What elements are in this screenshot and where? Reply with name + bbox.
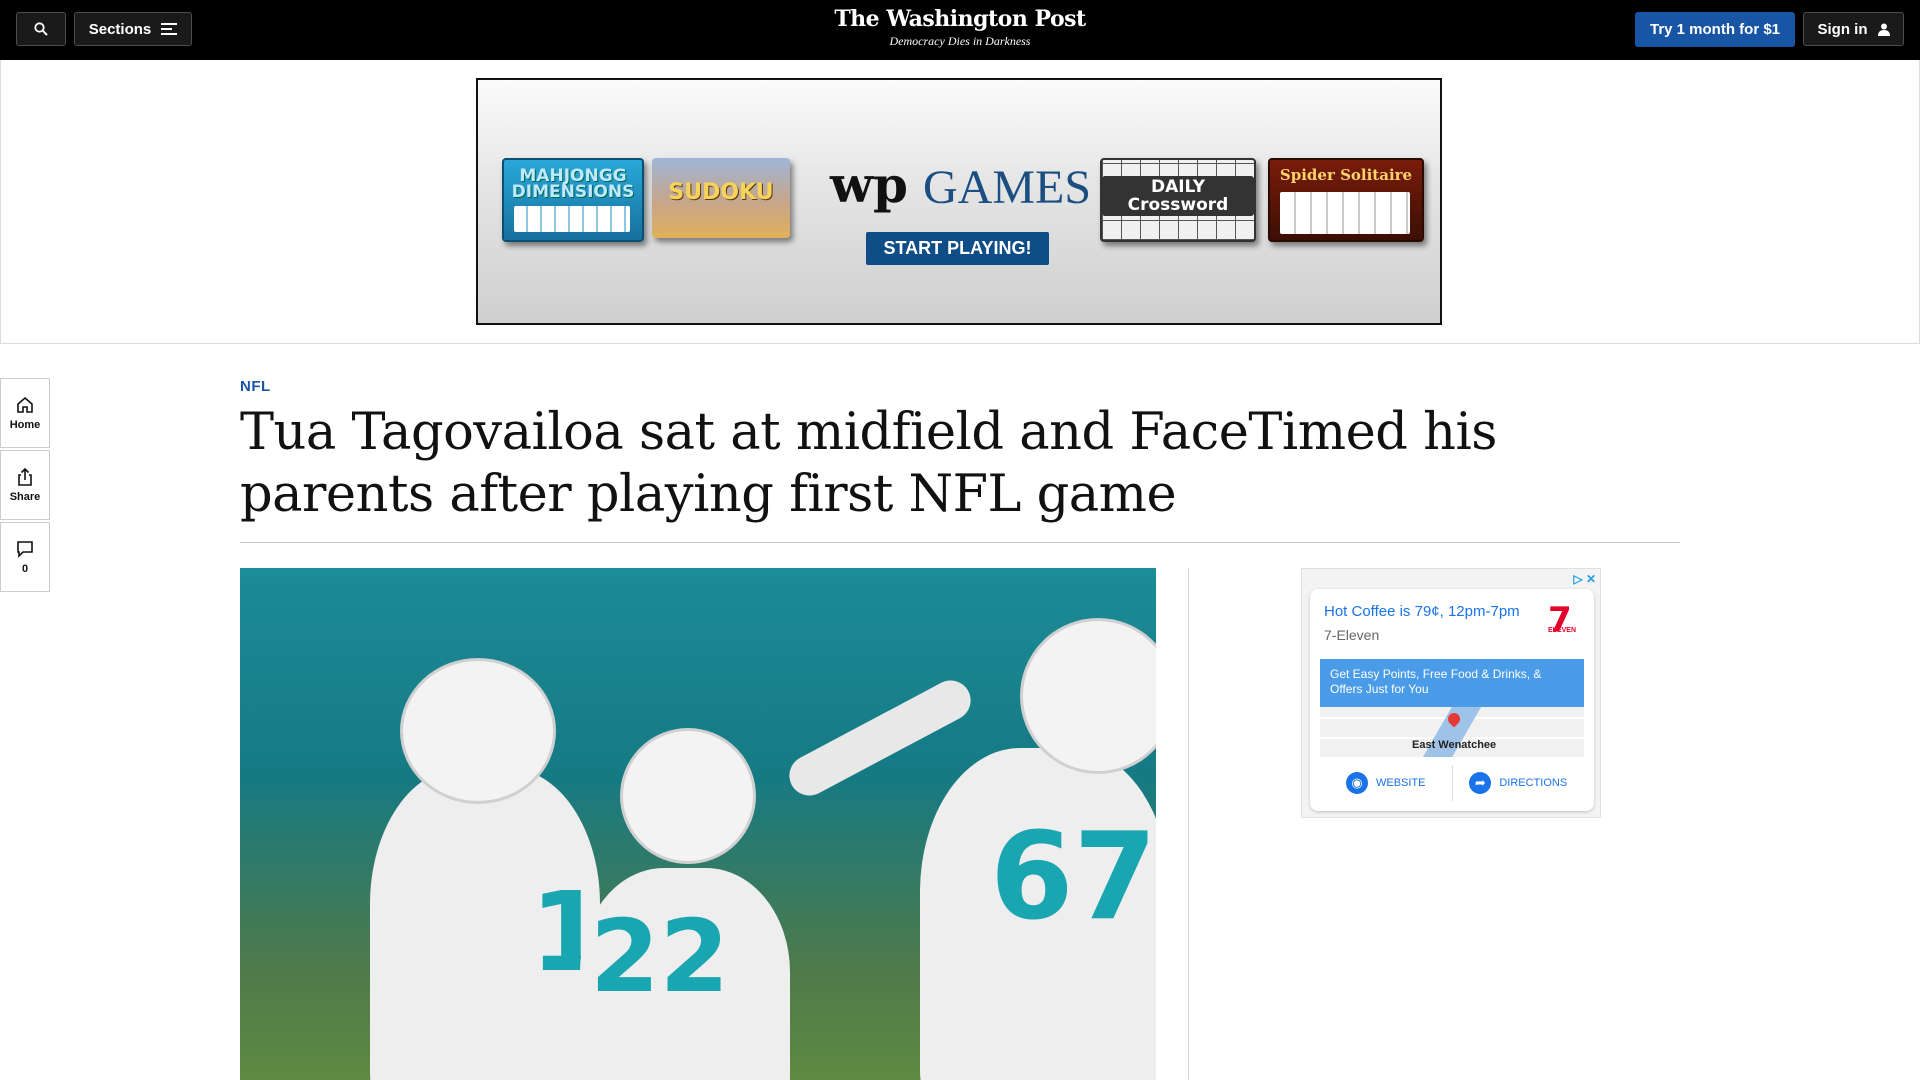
rail-comments-button[interactable]: 0 — [0, 522, 50, 592]
spider-solitaire-title: Spider Solitaire — [1279, 166, 1413, 184]
seven-eleven-logo: 7 ELEVEN — [1548, 603, 1580, 641]
seven-eleven-word: ELEVEN — [1548, 627, 1577, 634]
rail-home-button[interactable]: Home — [0, 378, 50, 448]
wp-logo: wp — [830, 155, 909, 214]
masthead[interactable]: The Washington Post Democracy Dies in Da… — [760, 6, 1160, 49]
lead-photo[interactable]: 1 22 67 — [240, 568, 1156, 1080]
site-logo[interactable]: The Washington Post — [760, 6, 1160, 32]
rail-home-label: Home — [9, 419, 41, 431]
spider-solitaire-tile[interactable]: Spider Solitaire — [1268, 158, 1424, 242]
directions-icon: ➦ — [1469, 772, 1492, 794]
adchoices-icon[interactable]: ▷ ✕ — [1573, 572, 1596, 586]
cards-graphic — [1280, 192, 1410, 234]
crossword-tile[interactable]: DAILY Crossword — [1100, 158, 1256, 242]
top-ad-zone: MAHJONGG DIMENSIONS SUDOKU wp GAMES STAR… — [0, 60, 1920, 344]
raised-arm — [782, 673, 978, 803]
signin-button[interactable]: Sign in — [1803, 12, 1904, 46]
user-icon — [1877, 23, 1890, 36]
ad-offer-banner[interactable]: Get Easy Points, Free Food & Drinks, & O… — [1320, 659, 1584, 707]
ad-directions-button[interactable]: ➦ DIRECTIONS — [1451, 765, 1585, 801]
search-icon — [34, 22, 48, 36]
rail-share-button[interactable]: Share — [0, 450, 50, 520]
games-wordmark: GAMES — [923, 161, 1092, 214]
headline-divider — [240, 542, 1680, 543]
article-headline: Tua Tagovailoa sat at midfield and FaceT… — [240, 403, 1497, 524]
sections-label: Sections — [88, 20, 152, 38]
subscribe-button[interactable]: Try 1 month for $1 — [1635, 12, 1795, 47]
ad-map[interactable]: East Wenatchee — [1320, 707, 1584, 757]
helmet-left — [400, 658, 556, 804]
jersey-number-67: 67 — [990, 808, 1156, 947]
map-pin-icon — [1445, 710, 1463, 728]
ad-directions-label: DIRECTIONS — [1499, 777, 1568, 789]
top-nav: Sections The Washington Post Democracy D… — [0, 0, 1920, 60]
sudoku-title: SUDOKU — [668, 180, 774, 205]
menu-icon — [161, 23, 178, 35]
article-kicker[interactable]: NFL — [240, 378, 271, 395]
mahjongg-title: MAHJONGG DIMENSIONS — [511, 166, 635, 202]
start-playing-button[interactable]: START PLAYING! — [866, 232, 1049, 265]
search-button[interactable] — [16, 12, 66, 46]
comment-icon — [17, 541, 33, 558]
map-place-label: East Wenatchee — [1412, 739, 1497, 751]
rail-share-label: Share — [9, 491, 41, 503]
seven-eleven-mark: 7 — [1548, 600, 1572, 640]
sections-button[interactable]: Sections — [74, 12, 192, 46]
ad-website-label: WEBSITE — [1375, 777, 1426, 789]
ad-actions: ◉ WEBSITE ➦ DIRECTIONS — [1320, 765, 1584, 801]
sidebar-ad[interactable]: ▷ ✕ Hot Coffee is 79¢, 12pm-7pm 7-Eleven… — [1301, 568, 1601, 818]
jersey-number-22: 22 — [590, 898, 730, 1015]
rail-comments-count: 0 — [21, 563, 29, 575]
home-icon — [17, 396, 33, 413]
ad-headline[interactable]: Hot Coffee is 79¢, 12pm-7pm — [1324, 603, 1520, 620]
wp-games-banner-ad[interactable]: MAHJONGG DIMENSIONS SUDOKU wp GAMES STAR… — [476, 78, 1442, 325]
share-rail: Home Share 0 — [0, 378, 50, 594]
sudoku-tile[interactable]: SUDOKU — [652, 158, 790, 238]
mahjongg-tile[interactable]: MAHJONGG DIMENSIONS — [502, 158, 644, 242]
globe-icon: ◉ — [1345, 772, 1368, 794]
ad-card[interactable]: Hot Coffee is 79¢, 12pm-7pm 7-Eleven 7 E… — [1310, 589, 1594, 811]
ad-advertiser: 7-Eleven — [1324, 627, 1380, 643]
site-tagline: Democracy Dies in Darkness — [889, 34, 1031, 48]
share-icon — [18, 467, 32, 486]
mahjongg-tiles-graphic — [514, 206, 630, 232]
ad-website-button[interactable]: ◉ WEBSITE — [1320, 765, 1452, 801]
crossword-title: DAILY Crossword — [1102, 176, 1254, 216]
helmet-center — [620, 728, 756, 864]
signin-label: Sign in — [1817, 20, 1868, 38]
column-divider — [1188, 568, 1189, 1080]
